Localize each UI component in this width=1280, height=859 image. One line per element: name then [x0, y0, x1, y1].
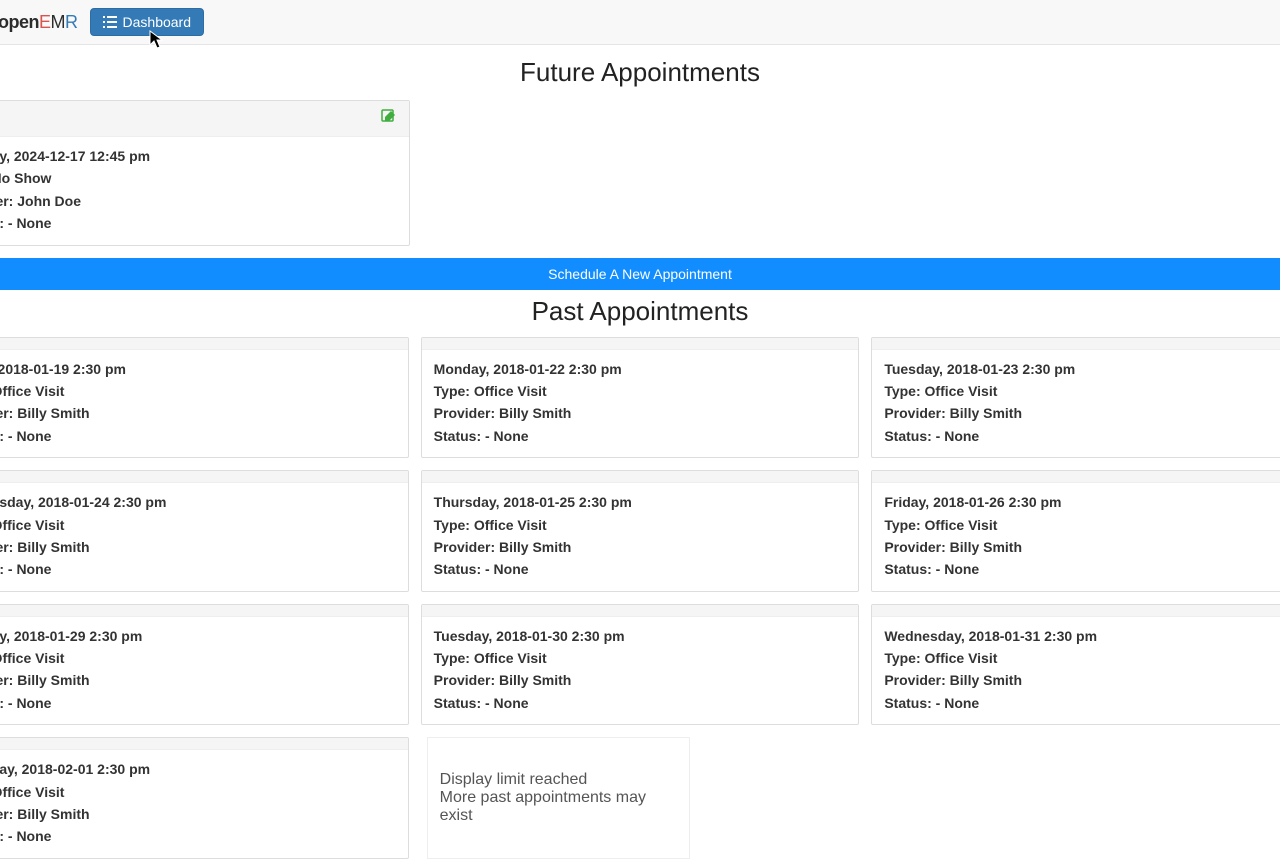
appt-type: Type: Office Visit [434, 514, 847, 536]
appt-date: Friday, 2018-01-26 2:30 pm [884, 491, 1280, 513]
logo: openEMR [0, 12, 78, 33]
card-body: Wednesday, 2018-01-31 2:30 pmType: Offic… [872, 617, 1280, 725]
appt-status: us: - None [0, 825, 396, 847]
card-header [0, 101, 409, 137]
card-body: day, 2018-01-29 2:30 pm: Office Visitide… [0, 617, 408, 725]
appt-provider: ider: Billy Smith [0, 669, 396, 691]
appt-date: Monday, 2018-01-22 2:30 pm [434, 358, 847, 380]
card-header [872, 338, 1280, 350]
card-body: sday, 2018-02-01 2:30 pm: Office Visitid… [0, 750, 408, 858]
card-body: Thursday, 2018-01-25 2:30 pmType: Office… [422, 483, 859, 591]
card-header [422, 471, 859, 483]
past-appointment-card[interactable]: Tuesday, 2018-01-30 2:30 pmType: Office … [421, 604, 860, 726]
appt-status: us: - None [0, 558, 396, 580]
logo-open: open [0, 12, 39, 32]
appt-provider: Provider: Billy Smith [434, 536, 847, 558]
card-body: nesday, 2018-01-24 2:30 pm: Office Visit… [0, 483, 408, 591]
appt-status: Status: - None [884, 558, 1280, 580]
card-body: Tuesday, 2018-01-30 2:30 pmType: Office … [422, 617, 859, 725]
appt-date: nesday, 2018-01-24 2:30 pm [0, 491, 396, 513]
appt-type: Type: Office Visit [884, 647, 1280, 669]
appt-status: Status: - None [434, 692, 847, 714]
display-limit-notice: Display limit reachedMore past appointme… [427, 737, 690, 859]
schedule-new-appointment-button[interactable]: Schedule A New Appointment [0, 258, 1280, 290]
card-body: y, 2018-01-19 2:30 pm: Office Visitider:… [0, 350, 408, 458]
dashboard-label: Dashboard [123, 14, 192, 30]
past-appointment-card[interactable]: Tuesday, 2018-01-23 2:30 pmType: Office … [871, 337, 1280, 459]
appt-status: Status: - None [884, 692, 1280, 714]
appt-provider: Provider: Billy Smith [434, 402, 847, 424]
appt-provider: Provider: Billy Smith [884, 402, 1280, 424]
list-icon [103, 16, 117, 28]
edit-icon[interactable] [381, 109, 397, 128]
card-header [872, 605, 1280, 617]
logo-m: M [51, 12, 66, 32]
appt-status: Status: - None [434, 558, 847, 580]
future-appointments-list: day, 2024-12-17 12:45 pm : No Show ider:… [0, 100, 1280, 246]
appt-provider: Provider: Billy Smith [434, 669, 847, 691]
card-body: Tuesday, 2018-01-23 2:30 pmType: Office … [872, 350, 1280, 458]
card-body: day, 2024-12-17 12:45 pm : No Show ider:… [0, 137, 409, 245]
card-header [422, 605, 859, 617]
appt-date: day, 2018-01-29 2:30 pm [0, 625, 396, 647]
card-header [0, 338, 408, 350]
past-appointments-title: Past Appointments [0, 296, 1280, 327]
dashboard-button[interactable]: Dashboard [90, 8, 205, 36]
past-appointment-card[interactable]: Friday, 2018-01-26 2:30 pmType: Office V… [871, 470, 1280, 592]
appt-type: Type: Office Visit [434, 380, 847, 402]
past-appointment-card[interactable]: Thursday, 2018-01-25 2:30 pmType: Office… [421, 470, 860, 592]
appt-provider: ider: Billy Smith [0, 536, 396, 558]
appt-type: : Office Visit [0, 514, 396, 536]
appt-date: Wednesday, 2018-01-31 2:30 pm [884, 625, 1280, 647]
appt-date: y, 2018-01-19 2:30 pm [0, 358, 396, 380]
appt-provider: ider: John Doe [0, 190, 397, 212]
card-header [0, 738, 408, 750]
appt-provider: ider: Billy Smith [0, 803, 396, 825]
past-appointments-grid: y, 2018-01-19 2:30 pm: Office Visitider:… [0, 337, 1280, 859]
card-body: Monday, 2018-01-22 2:30 pmType: Office V… [422, 350, 859, 458]
future-appointment-card[interactable]: day, 2024-12-17 12:45 pm : No Show ider:… [0, 100, 410, 246]
appt-provider: Provider: Billy Smith [884, 536, 1280, 558]
appt-status: Status: - None [884, 425, 1280, 447]
past-appointment-card[interactable]: nesday, 2018-01-24 2:30 pm: Office Visit… [0, 470, 409, 592]
appt-status: us: - None [0, 212, 397, 234]
appt-type: Type: Office Visit [884, 514, 1280, 536]
past-appointment-card[interactable]: day, 2018-01-29 2:30 pm: Office Visitide… [0, 604, 409, 726]
appt-date: Tuesday, 2018-01-23 2:30 pm [884, 358, 1280, 380]
appt-status: Status: - None [434, 425, 847, 447]
appt-type: Type: Office Visit [434, 647, 847, 669]
past-appointment-card[interactable]: Monday, 2018-01-22 2:30 pmType: Office V… [421, 337, 860, 459]
card-header [422, 338, 859, 350]
appt-type: : Office Visit [0, 781, 396, 803]
logo-r: R [65, 12, 78, 32]
appt-date: Tuesday, 2018-01-30 2:30 pm [434, 625, 847, 647]
appt-provider: ider: Billy Smith [0, 402, 396, 424]
limit-line1: Display limit reached [440, 771, 677, 789]
past-appointment-card[interactable]: Wednesday, 2018-01-31 2:30 pmType: Offic… [871, 604, 1280, 726]
appt-type: : Office Visit [0, 647, 396, 669]
appt-date: day, 2024-12-17 12:45 pm [0, 145, 397, 167]
appt-status: us: - None [0, 425, 396, 447]
card-header [0, 471, 408, 483]
card-body: Friday, 2018-01-26 2:30 pmType: Office V… [872, 483, 1280, 591]
appt-provider: Provider: Billy Smith [884, 669, 1280, 691]
limit-line2: More past appointments may exist [440, 789, 677, 825]
future-appointments-title: Future Appointments [0, 57, 1280, 88]
appt-type: : No Show [0, 167, 397, 189]
appt-type: Type: Office Visit [884, 380, 1280, 402]
past-appointment-card[interactable]: y, 2018-01-19 2:30 pm: Office Visitider:… [0, 337, 409, 459]
appt-date: sday, 2018-02-01 2:30 pm [0, 758, 396, 780]
appt-date: Thursday, 2018-01-25 2:30 pm [434, 491, 847, 513]
appt-status: us: - None [0, 692, 396, 714]
logo-e: E [39, 12, 51, 32]
card-header [872, 471, 1280, 483]
top-bar: openEMR Dashboard [0, 0, 1280, 45]
appt-type: : Office Visit [0, 380, 396, 402]
card-header [0, 605, 408, 617]
past-appointment-card[interactable]: sday, 2018-02-01 2:30 pm: Office Visitid… [0, 737, 409, 859]
